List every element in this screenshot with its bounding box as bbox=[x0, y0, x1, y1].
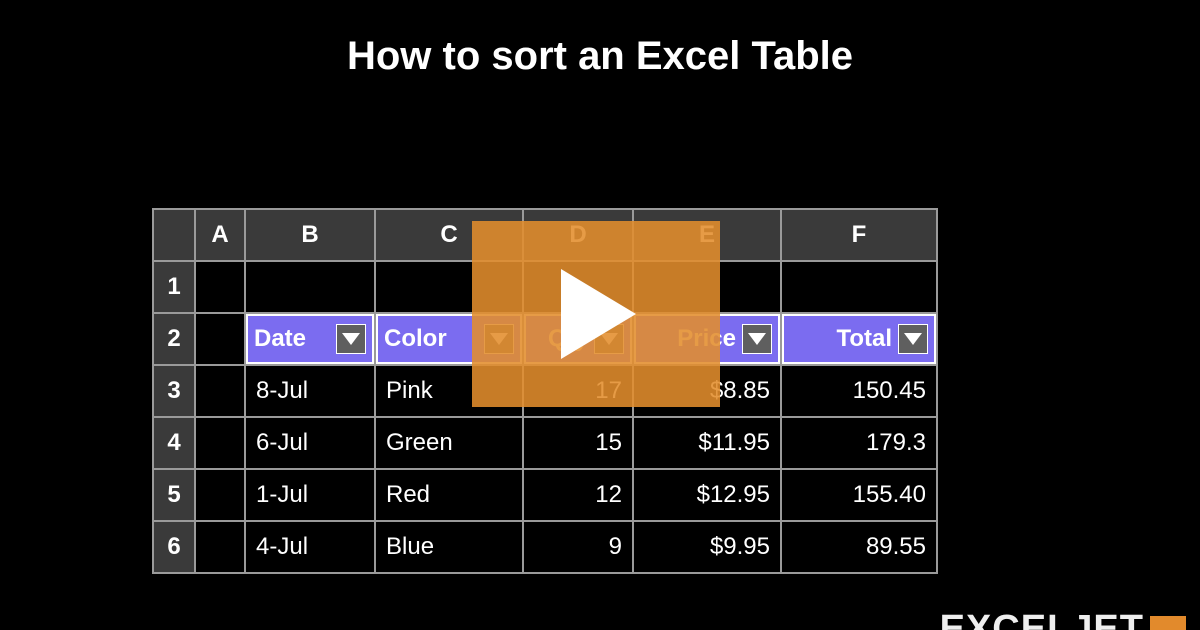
row-6: 6 4-Jul Blue 9 $9.95 89.55 bbox=[153, 521, 937, 573]
brand-text: EXCELJET bbox=[940, 610, 1144, 630]
cell-F5[interactable]: 155.40 bbox=[781, 469, 937, 521]
header-label-color: Color bbox=[384, 325, 478, 353]
cell-D6[interactable]: 9 bbox=[523, 521, 633, 573]
row-header-2[interactable]: 2 bbox=[153, 313, 195, 365]
row-header-4[interactable]: 4 bbox=[153, 417, 195, 469]
brand-logo: EXCELJET bbox=[940, 610, 1186, 630]
col-header-A[interactable]: A bbox=[195, 209, 245, 261]
cell-A4[interactable] bbox=[195, 417, 245, 469]
cell-A2[interactable] bbox=[195, 313, 245, 365]
cell-A5[interactable] bbox=[195, 469, 245, 521]
table-header-total[interactable]: Total bbox=[781, 313, 937, 365]
cell-C5[interactable]: Red bbox=[375, 469, 523, 521]
chevron-down-icon bbox=[904, 333, 922, 345]
page-title: How to sort an Excel Table bbox=[0, 0, 1200, 79]
header-label-date: Date bbox=[254, 325, 330, 353]
cell-F6[interactable]: 89.55 bbox=[781, 521, 937, 573]
cell-E5[interactable]: $12.95 bbox=[633, 469, 781, 521]
row-4: 4 6-Jul Green 15 $11.95 179.3 bbox=[153, 417, 937, 469]
cell-B1[interactable] bbox=[245, 261, 375, 313]
cell-A3[interactable] bbox=[195, 365, 245, 417]
cell-E6[interactable]: $9.95 bbox=[633, 521, 781, 573]
cell-D4[interactable]: 15 bbox=[523, 417, 633, 469]
header-label-total: Total bbox=[790, 325, 892, 353]
cell-B5[interactable]: 1-Jul bbox=[245, 469, 375, 521]
chevron-down-icon bbox=[342, 333, 360, 345]
cell-D5[interactable]: 12 bbox=[523, 469, 633, 521]
cell-B3[interactable]: 8-Jul bbox=[245, 365, 375, 417]
play-icon bbox=[556, 269, 636, 359]
table-header-date[interactable]: Date bbox=[245, 313, 375, 365]
filter-dropdown-date[interactable] bbox=[336, 324, 366, 354]
row-header-5[interactable]: 5 bbox=[153, 469, 195, 521]
cell-C6[interactable]: Blue bbox=[375, 521, 523, 573]
cell-C4[interactable]: Green bbox=[375, 417, 523, 469]
cell-B6[interactable]: 4-Jul bbox=[245, 521, 375, 573]
filter-dropdown-total[interactable] bbox=[898, 324, 928, 354]
cell-E4[interactable]: $11.95 bbox=[633, 417, 781, 469]
row-5: 5 1-Jul Red 12 $12.95 155.40 bbox=[153, 469, 937, 521]
row-header-1[interactable]: 1 bbox=[153, 261, 195, 313]
corner-cell bbox=[153, 209, 195, 261]
cell-B4[interactable]: 6-Jul bbox=[245, 417, 375, 469]
cell-A1[interactable] bbox=[195, 261, 245, 313]
cell-F4[interactable]: 179.3 bbox=[781, 417, 937, 469]
cell-F1[interactable] bbox=[781, 261, 937, 313]
col-header-B[interactable]: B bbox=[245, 209, 375, 261]
cell-F3[interactable]: 150.45 bbox=[781, 365, 937, 417]
play-button[interactable] bbox=[472, 221, 720, 407]
chevron-down-icon bbox=[748, 333, 766, 345]
row-header-3[interactable]: 3 bbox=[153, 365, 195, 417]
brand-mark-icon bbox=[1150, 616, 1186, 630]
filter-dropdown-price[interactable] bbox=[742, 324, 772, 354]
col-header-F[interactable]: F bbox=[781, 209, 937, 261]
cell-A6[interactable] bbox=[195, 521, 245, 573]
row-header-6[interactable]: 6 bbox=[153, 521, 195, 573]
